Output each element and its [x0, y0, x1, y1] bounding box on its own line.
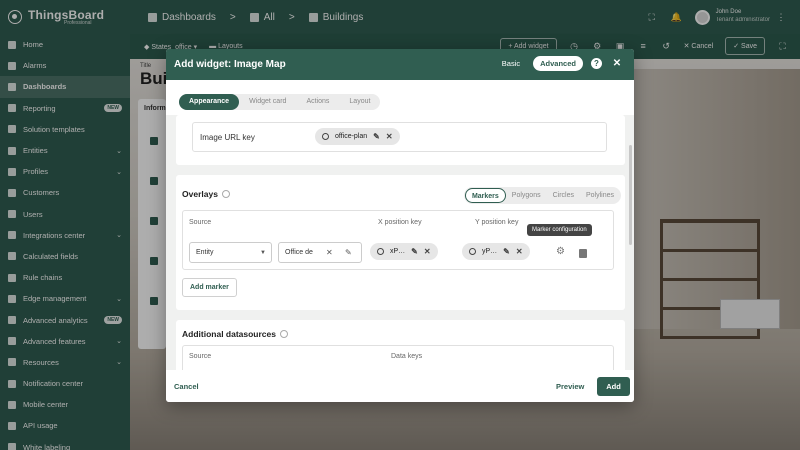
clear-icon[interactable]: ✕ [326, 248, 333, 257]
help-icon[interactable]: ? [591, 58, 602, 69]
image-url-key-label: Image URL key [200, 133, 255, 142]
additional-datasources-card: Additional datasources Source Data keys [176, 320, 625, 370]
cancel-button[interactable]: Cancel [174, 382, 199, 391]
dropdown-caret-icon: ▼ [260, 249, 266, 256]
dialog-title: Add widget: Image Map [174, 59, 286, 70]
attribute-icon [322, 133, 329, 140]
add-button[interactable]: Add [597, 377, 630, 396]
overlay-polylines[interactable]: Polylines [580, 188, 620, 203]
image-source-card: Image URL key office-plan ✎ ✕ [176, 115, 625, 165]
tab-layout[interactable]: Layout [339, 94, 380, 110]
overlay-circles[interactable]: Circles [547, 188, 580, 203]
edit-icon[interactable]: ✎ [345, 248, 352, 257]
y-position-key-chip[interactable]: yP… ✎ ✕ [462, 243, 530, 260]
edit-icon[interactable]: ✎ [503, 247, 510, 256]
dialog-footer: Cancel Preview Add [166, 370, 634, 402]
marker-configuration-tooltip: Marker configuration [527, 224, 592, 236]
attribute-icon [377, 248, 384, 255]
image-url-key-chip[interactable]: office-plan ✎ ✕ [315, 128, 400, 145]
column-x-position-key: X position key [378, 219, 422, 226]
add-marker-button[interactable]: Add marker [182, 278, 237, 297]
delete-trash-icon[interactable] [579, 249, 587, 258]
dialog-body: Image URL key office-plan ✎ ✕ Overlays M… [166, 115, 634, 370]
overlays-title: Overlays [182, 189, 230, 199]
mode-toggle: Basic Advanced [495, 56, 583, 71]
column-y-position-key: Y position key [475, 219, 519, 226]
tab-widget-card[interactable]: Widget card [239, 94, 296, 110]
mode-basic[interactable]: Basic [495, 56, 527, 71]
column-source: Source [189, 353, 212, 360]
additional-datasources-title: Additional datasources [182, 329, 288, 339]
source-type-select[interactable]: Entity ▼ [189, 242, 272, 263]
add-widget-dialog: Add widget: Image Map Basic Advanced ? ✕… [166, 49, 634, 402]
attribute-icon [469, 248, 476, 255]
entity-field[interactable]: Office de ✕ ✎ [278, 242, 362, 263]
x-position-key-chip[interactable]: xP… ✎ ✕ [370, 243, 438, 260]
overlays-card: Overlays Markers Polygons Circles Polyli… [176, 175, 625, 310]
y-position-key-value: yP… [482, 248, 498, 255]
tab-actions[interactable]: Actions [296, 94, 339, 110]
edit-icon[interactable]: ✎ [373, 132, 380, 141]
image-url-key-row: Image URL key office-plan ✎ ✕ [192, 122, 607, 152]
markers-table: Source X position key Y position key Mar… [182, 210, 614, 270]
column-data-keys: Data keys [391, 353, 423, 360]
remove-icon[interactable]: ✕ [516, 247, 523, 256]
overlay-type-toggle: Markers Polygons Circles Polylines [463, 187, 621, 204]
remove-icon[interactable]: ✕ [424, 247, 431, 256]
preview-button[interactable]: Preview [556, 382, 584, 391]
x-position-key-value: xP… [390, 248, 406, 255]
image-url-key-value: office-plan [335, 133, 368, 140]
entity-value: Office de [285, 249, 313, 256]
overlay-markers[interactable]: Markers [464, 188, 506, 203]
dialog-tabs: Appearance Widget card Actions Layout [179, 94, 381, 110]
mode-advanced[interactable]: Advanced [533, 56, 583, 71]
tab-appearance[interactable]: Appearance [179, 94, 240, 110]
help-icon[interactable] [221, 190, 230, 198]
close-icon[interactable]: ✕ [610, 58, 624, 69]
dialog-header: Add widget: Image Map Basic Advanced ? ✕ [166, 49, 634, 80]
additional-datasources-table: Source Data keys [182, 345, 614, 370]
remove-icon[interactable]: ✕ [386, 132, 393, 141]
marker-settings-gear-icon[interactable]: ⚙ [556, 246, 565, 257]
overlay-polygons[interactable]: Polygons [506, 188, 547, 203]
source-type-value: Entity [196, 249, 214, 256]
help-icon[interactable] [280, 330, 288, 338]
column-source: Source [189, 219, 212, 226]
edit-icon[interactable]: ✎ [411, 247, 418, 256]
scrollbar[interactable] [629, 145, 632, 245]
